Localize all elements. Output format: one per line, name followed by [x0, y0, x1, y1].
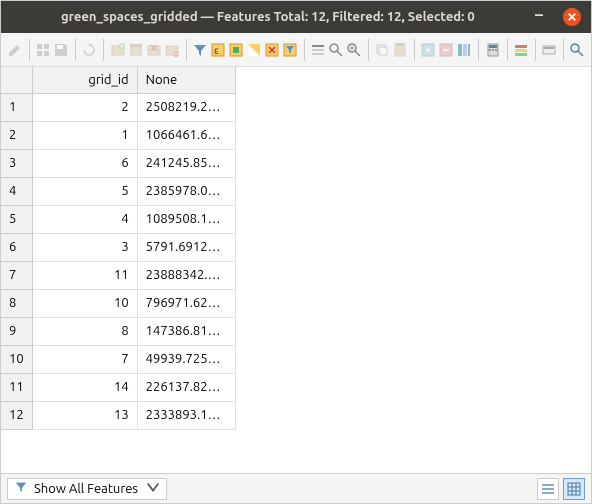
cell-none[interactable]: 49939.7253…: [137, 345, 235, 373]
table-row[interactable]: 12132333893.13…: [1, 401, 235, 429]
save-icon[interactable]: [53, 38, 69, 62]
deselect-icon[interactable]: [264, 38, 280, 62]
cell-none[interactable]: 226137.822…: [137, 373, 235, 401]
cell-grid-id[interactable]: 5: [32, 177, 137, 205]
row-number[interactable]: 1: [1, 93, 32, 121]
row-number[interactable]: 11: [1, 373, 32, 401]
filter-icon[interactable]: [192, 38, 208, 62]
cell-grid-id[interactable]: 14: [32, 373, 137, 401]
cell-none[interactable]: 1089508.13…: [137, 205, 235, 233]
paste-icon[interactable]: [392, 38, 408, 62]
cell-grid-id[interactable]: 10: [32, 289, 137, 317]
row-number[interactable]: 8: [1, 289, 32, 317]
field-calculator-icon[interactable]: [485, 38, 501, 62]
column-header-none[interactable]: None: [137, 67, 235, 93]
conditional-format-icon[interactable]: [513, 38, 529, 62]
filter-mode-label: Show All Features: [34, 482, 138, 496]
select-expression-icon[interactable]: ε: [210, 38, 226, 62]
cell-none[interactable]: 2385978.08…: [137, 177, 235, 205]
form-view-button[interactable]: [537, 478, 559, 500]
attribute-table-window: green_spaces_gridded — Features Total: 1…: [0, 0, 592, 504]
cell-grid-id[interactable]: 2: [32, 93, 137, 121]
cell-grid-id[interactable]: 8: [32, 317, 137, 345]
filter-icon: [14, 480, 28, 497]
minimize-button[interactable]: –: [535, 6, 543, 28]
table-row[interactable]: 1114226137.822…: [1, 373, 235, 401]
delete-field-icon[interactable]: [438, 38, 454, 62]
cell-grid-id[interactable]: 3: [32, 233, 137, 261]
zoom-to-icon[interactable]: [346, 38, 362, 62]
row-number[interactable]: 10: [1, 345, 32, 373]
edit-pencil-icon[interactable]: [7, 38, 23, 62]
cell-grid-id[interactable]: 13: [32, 401, 137, 429]
row-number[interactable]: 4: [1, 177, 32, 205]
chevron-down-icon: [146, 480, 160, 497]
window-title: green_spaces_gridded — Features Total: 1…: [11, 10, 535, 24]
row-number[interactable]: 6: [1, 233, 32, 261]
cell-none[interactable]: 2333893.13…: [137, 401, 235, 429]
table-container[interactable]: grid_id None 122508219.23…211066461.61…3…: [1, 67, 591, 473]
move-top-icon[interactable]: [310, 38, 326, 62]
table-row[interactable]: 810796971.625…: [1, 289, 235, 317]
cell-grid-id[interactable]: 4: [32, 205, 137, 233]
select-all-icon[interactable]: [228, 38, 244, 62]
row-number[interactable]: 3: [1, 149, 32, 177]
table-row[interactable]: 541089508.13…: [1, 205, 235, 233]
pan-to-icon[interactable]: [328, 38, 344, 62]
new-field-icon[interactable]: [420, 38, 436, 62]
row-number[interactable]: 2: [1, 121, 32, 149]
table-row[interactable]: 71123888342.7…: [1, 261, 235, 289]
row-number[interactable]: 7: [1, 261, 32, 289]
table-row[interactable]: 211066461.61…: [1, 121, 235, 149]
table-row[interactable]: 452385978.08…: [1, 177, 235, 205]
cell-none[interactable]: 2508219.23…: [137, 93, 235, 121]
table-row[interactable]: 635791.69126…: [1, 233, 235, 261]
row-number[interactable]: 5: [1, 205, 32, 233]
cell-none[interactable]: 5791.69126…: [137, 233, 235, 261]
cell-grid-id[interactable]: 7: [32, 345, 137, 373]
table-row[interactable]: 122508219.23…: [1, 93, 235, 121]
statusbar: Show All Features: [1, 473, 591, 503]
row-number[interactable]: 9: [1, 317, 32, 345]
row-number[interactable]: 12: [1, 401, 32, 429]
dock-icon[interactable]: [569, 38, 585, 62]
actions-icon[interactable]: [541, 38, 557, 62]
cell-none[interactable]: 147386.817…: [137, 317, 235, 345]
cell-none[interactable]: 796971.625…: [137, 289, 235, 317]
cell-none[interactable]: 1066461.61…: [137, 121, 235, 149]
cut-icon[interactable]: [146, 38, 162, 62]
cell-none[interactable]: 241245.858…: [137, 149, 235, 177]
view-switcher: [537, 478, 585, 500]
add-feature-icon[interactable]: [110, 38, 126, 62]
titlebar: green_spaces_gridded — Features Total: 1…: [1, 1, 591, 33]
delete-selected-icon[interactable]: [164, 38, 180, 62]
table-view-button[interactable]: [563, 478, 585, 500]
filter-mode-combo[interactable]: Show All Features: [7, 478, 167, 500]
reload-icon[interactable]: [81, 38, 97, 62]
multiedit-icon[interactable]: [35, 38, 51, 62]
cell-grid-id[interactable]: 1: [32, 121, 137, 149]
toolbar: ε: [1, 33, 591, 67]
cell-none[interactable]: 23888342.7…: [137, 261, 235, 289]
cell-grid-id[interactable]: 6: [32, 149, 137, 177]
window-controls: –: [535, 6, 581, 28]
copy-icon[interactable]: [374, 38, 390, 62]
row-header-col[interactable]: [1, 67, 32, 93]
table-row[interactable]: 10749939.7253…: [1, 345, 235, 373]
close-button[interactable]: [563, 8, 581, 26]
table-row[interactable]: 36241245.858…: [1, 149, 235, 177]
table-row[interactable]: 98147386.817…: [1, 317, 235, 345]
column-header-grid-id[interactable]: grid_id: [32, 67, 137, 93]
filter-selection-icon[interactable]: [282, 38, 298, 62]
svg-text:ε: ε: [214, 45, 219, 56]
delete-feature-icon[interactable]: [128, 38, 144, 62]
attribute-table: grid_id None 122508219.23…211066461.61…3…: [1, 67, 236, 430]
organize-columns-icon[interactable]: [456, 38, 472, 62]
invert-selection-icon[interactable]: [246, 38, 262, 62]
cell-grid-id[interactable]: 11: [32, 261, 137, 289]
